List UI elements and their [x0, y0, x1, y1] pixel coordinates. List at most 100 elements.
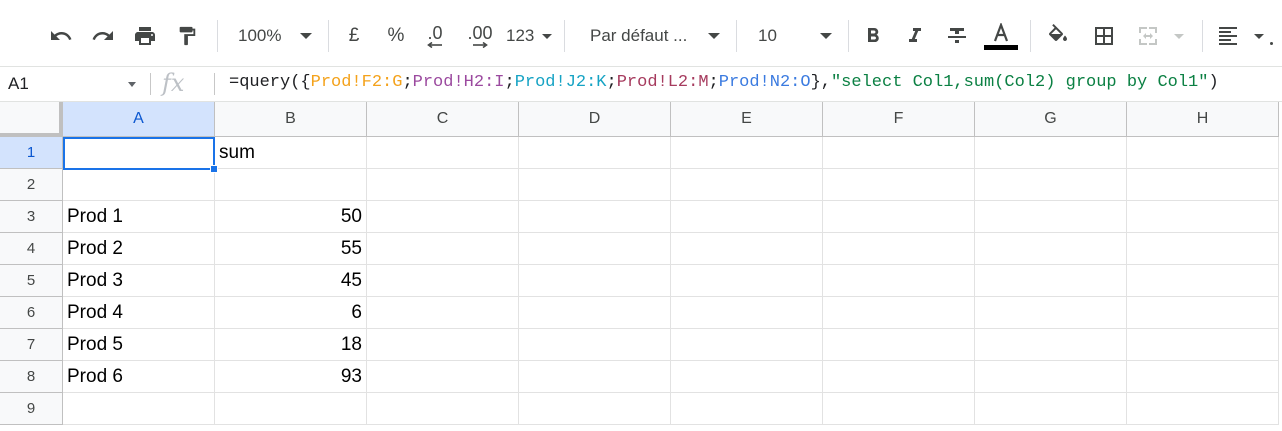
row-header-2[interactable]: 2 — [0, 169, 63, 201]
cell-b7[interactable]: 18 — [215, 329, 367, 361]
cell-f4[interactable] — [823, 233, 975, 265]
cell-d7[interactable] — [519, 329, 671, 361]
horizontal-align-button[interactable] — [1212, 18, 1266, 54]
cell-h2[interactable] — [1127, 169, 1279, 201]
cell-e5[interactable] — [671, 265, 823, 297]
name-box[interactable]: A1 — [0, 67, 150, 101]
cell-d3[interactable] — [519, 201, 671, 233]
cell-e2[interactable] — [671, 169, 823, 201]
more-toolbar-button[interactable] — [1270, 18, 1282, 54]
cell-e6[interactable] — [671, 297, 823, 329]
cell-h3[interactable] — [1127, 201, 1279, 233]
row-header-4[interactable]: 4 — [0, 233, 63, 265]
formula-input[interactable]: =query({Prod!F2:G;Prod!H2:I;Prod!J2:K;Pr… — [229, 73, 1219, 92]
cell-f2[interactable] — [823, 169, 975, 201]
cell-f3[interactable] — [823, 201, 975, 233]
cell-g5[interactable] — [975, 265, 1127, 297]
cell-a6[interactable]: Prod 4 — [63, 297, 215, 329]
cell-f7[interactable] — [823, 329, 975, 361]
cell-f9[interactable] — [823, 393, 975, 425]
strikethrough-button[interactable] — [940, 18, 974, 54]
cell-b3[interactable]: 50 — [215, 201, 367, 233]
text-color-button[interactable] — [982, 18, 1020, 54]
cell-b9[interactable] — [215, 393, 367, 425]
fill-handle[interactable] — [210, 165, 218, 173]
cell-f6[interactable] — [823, 297, 975, 329]
row-header-8[interactable]: 8 — [0, 361, 63, 393]
cell-d8[interactable] — [519, 361, 671, 393]
cell-c6[interactable] — [367, 297, 519, 329]
fill-color-button[interactable] — [1040, 18, 1076, 54]
select-all-corner[interactable] — [0, 102, 63, 137]
undo-button[interactable] — [44, 18, 78, 54]
cell-a1[interactable] — [63, 137, 215, 169]
row-header-5[interactable]: 5 — [0, 265, 63, 297]
cell-a4[interactable]: Prod 2 — [63, 233, 215, 265]
borders-button[interactable] — [1086, 18, 1122, 54]
cell-h1[interactable] — [1127, 137, 1279, 169]
cell-f1[interactable] — [823, 137, 975, 169]
column-header-g[interactable]: G — [975, 102, 1127, 137]
cell-h9[interactable] — [1127, 393, 1279, 425]
cell-a9[interactable] — [63, 393, 215, 425]
print-button[interactable] — [128, 18, 162, 54]
merge-cells-button[interactable] — [1132, 18, 1190, 54]
cell-d4[interactable] — [519, 233, 671, 265]
cell-h6[interactable] — [1127, 297, 1279, 329]
cell-c7[interactable] — [367, 329, 519, 361]
cell-c5[interactable] — [367, 265, 519, 297]
cell-f5[interactable] — [823, 265, 975, 297]
cell-a7[interactable]: Prod 5 — [63, 329, 215, 361]
cell-e8[interactable] — [671, 361, 823, 393]
cell-c2[interactable] — [367, 169, 519, 201]
cell-g4[interactable] — [975, 233, 1127, 265]
bold-button[interactable] — [856, 18, 890, 54]
decrease-decimals-button[interactable]: .0 — [418, 18, 452, 54]
column-header-e[interactable]: E — [671, 102, 823, 137]
cell-c3[interactable] — [367, 201, 519, 233]
cell-d9[interactable] — [519, 393, 671, 425]
cell-f8[interactable] — [823, 361, 975, 393]
cell-a3[interactable]: Prod 1 — [63, 201, 215, 233]
cell-b6[interactable]: 6 — [215, 297, 367, 329]
cell-a8[interactable]: Prod 6 — [63, 361, 215, 393]
cell-e3[interactable] — [671, 201, 823, 233]
column-header-c[interactable]: C — [367, 102, 519, 137]
cell-e1[interactable] — [671, 137, 823, 169]
italic-button[interactable] — [898, 18, 932, 54]
column-header-a[interactable]: A — [63, 102, 215, 137]
row-header-6[interactable]: 6 — [0, 297, 63, 329]
column-header-h[interactable]: H — [1127, 102, 1279, 137]
redo-button[interactable] — [86, 18, 120, 54]
paint-format-button[interactable] — [170, 18, 204, 54]
cell-e4[interactable] — [671, 233, 823, 265]
row-header-7[interactable]: 7 — [0, 329, 63, 361]
cell-g2[interactable] — [975, 169, 1127, 201]
cell-e9[interactable] — [671, 393, 823, 425]
cell-a5[interactable]: Prod 3 — [63, 265, 215, 297]
row-header-9[interactable]: 9 — [0, 393, 63, 425]
cell-a2[interactable] — [63, 169, 215, 201]
cell-g3[interactable] — [975, 201, 1127, 233]
increase-decimals-button[interactable]: .00 — [460, 18, 500, 54]
cell-g1[interactable] — [975, 137, 1127, 169]
percent-format-button[interactable]: % — [380, 18, 412, 54]
cell-b8[interactable]: 93 — [215, 361, 367, 393]
cell-c9[interactable] — [367, 393, 519, 425]
cell-d6[interactable] — [519, 297, 671, 329]
cell-d1[interactable] — [519, 137, 671, 169]
column-header-b[interactable]: B — [215, 102, 367, 137]
cell-b5[interactable]: 45 — [215, 265, 367, 297]
cell-h4[interactable] — [1127, 233, 1279, 265]
cell-c1[interactable] — [367, 137, 519, 169]
cell-b4[interactable]: 55 — [215, 233, 367, 265]
column-header-f[interactable]: F — [823, 102, 975, 137]
cell-g8[interactable] — [975, 361, 1127, 393]
currency-format-button[interactable]: £ — [338, 18, 370, 54]
cell-b1[interactable]: sum — [215, 137, 367, 169]
row-header-3[interactable]: 3 — [0, 201, 63, 233]
zoom-select[interactable]: 100% — [230, 18, 318, 54]
cell-c8[interactable] — [367, 361, 519, 393]
cell-g9[interactable] — [975, 393, 1127, 425]
cell-e7[interactable] — [671, 329, 823, 361]
